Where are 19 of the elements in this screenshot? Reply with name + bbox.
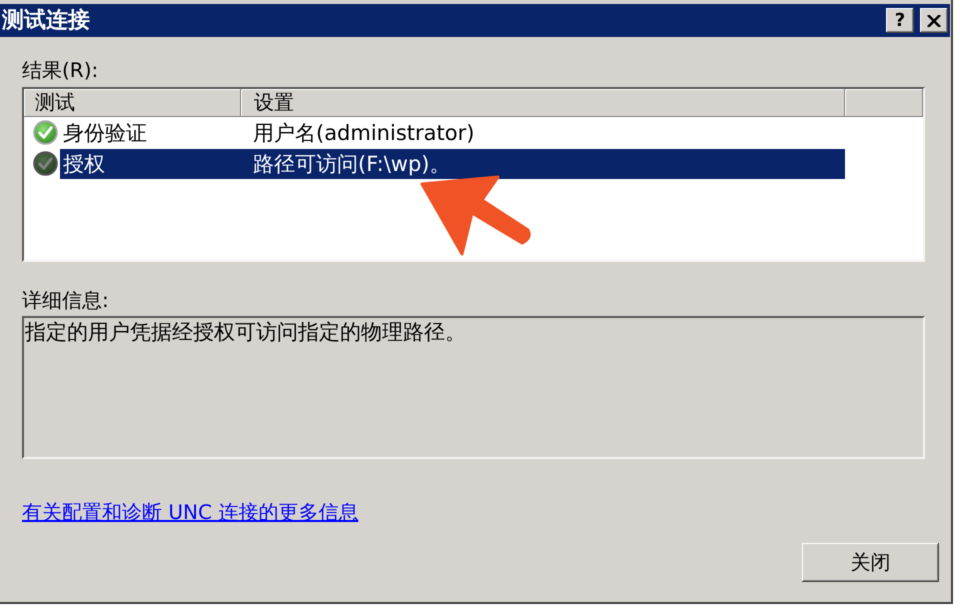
- column-header[interactable]: 测试: [24, 89, 241, 117]
- details-field: 指定的用户凭据经授权可访问指定的物理路径。: [22, 316, 925, 459]
- close-icon: [927, 14, 941, 26]
- results-label: 结果(R):: [22, 58, 98, 82]
- table-cell-text: 身份验证: [62, 120, 148, 146]
- table-cell-text: 用户名(administrator): [252, 120, 476, 146]
- list-row[interactable]: 身份验证 用户名(administrator): [60, 118, 845, 148]
- window-close-button[interactable]: [920, 8, 948, 33]
- column-header[interactable]: 设置: [241, 89, 845, 117]
- help-button[interactable]: ?: [886, 8, 914, 33]
- check-icon: [33, 151, 58, 176]
- details-label: 详细信息:: [22, 288, 109, 312]
- table-cell-text: 授权: [62, 150, 106, 178]
- check-icon: [33, 120, 58, 145]
- table-cell-text: 路径可访问(F:\wp)。: [252, 150, 452, 178]
- list-row[interactable]: 授权 路径可访问(F:\wp)。: [60, 148, 845, 178]
- close-button[interactable]: 关闭: [802, 543, 939, 582]
- window-title: 测试连接: [2, 6, 90, 34]
- help-link[interactable]: 有关配置和诊断 UNC 连接的更多信息: [22, 500, 358, 524]
